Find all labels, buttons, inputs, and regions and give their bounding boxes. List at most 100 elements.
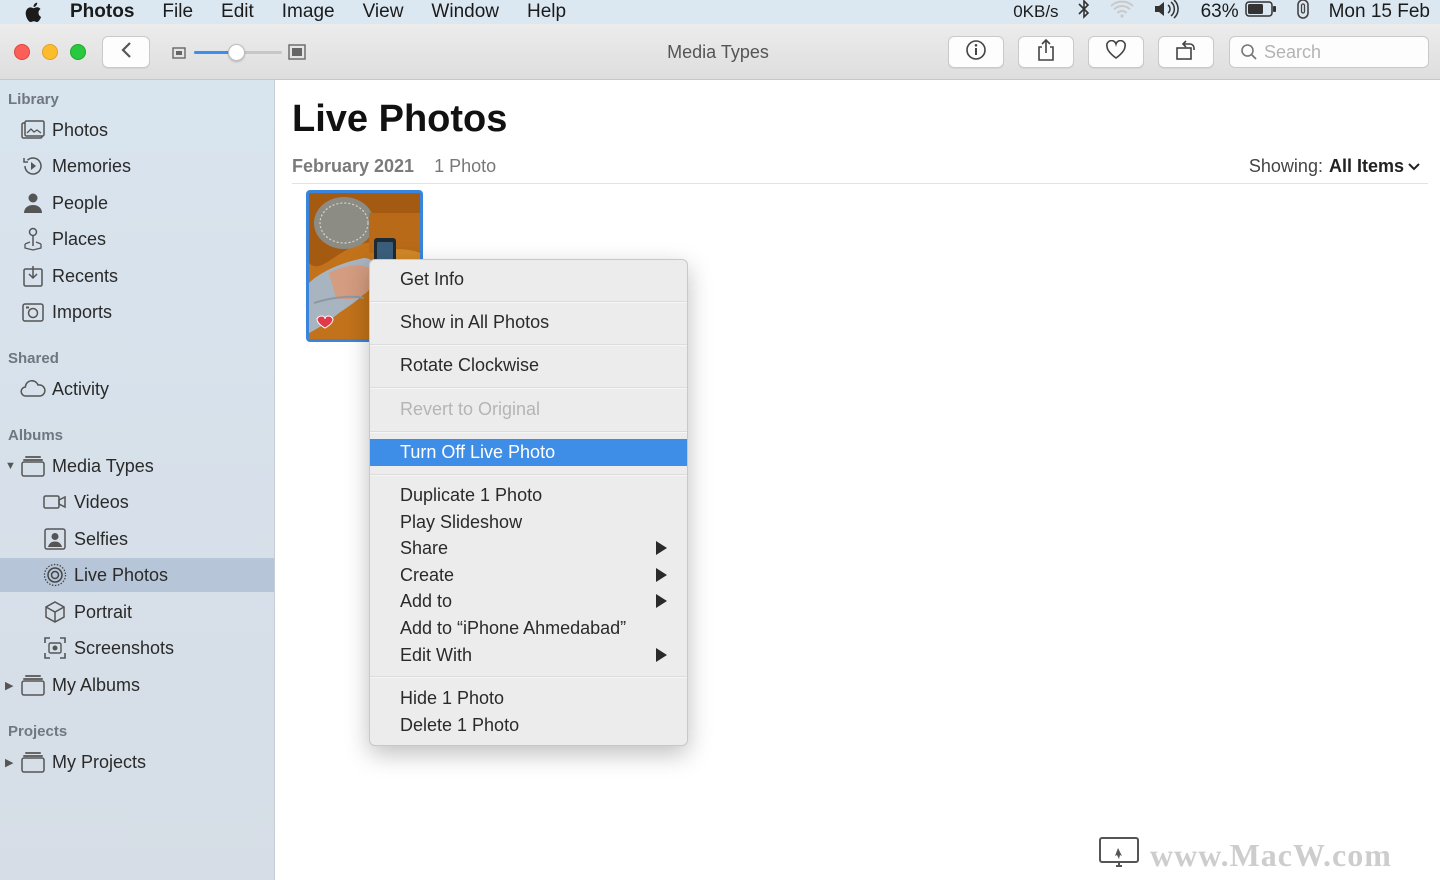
sidebar-item-videos[interactable]: Videos xyxy=(0,485,274,519)
sidebar-item-selfies[interactable]: Selfies xyxy=(0,522,274,556)
zoom-window-button[interactable] xyxy=(70,44,86,60)
menu-separator xyxy=(370,344,687,346)
sidebar-item-label: People xyxy=(52,192,109,213)
watermark-text: www.MacW.com xyxy=(1150,837,1392,873)
info-button[interactable] xyxy=(948,36,1004,68)
sidebar-item-label: Activity xyxy=(52,378,110,399)
sidebar-item-people[interactable]: People xyxy=(0,186,274,220)
menu-app-photos[interactable]: Photos xyxy=(70,1,134,23)
minimize-window-button[interactable] xyxy=(42,44,58,60)
menu-item-edit-with[interactable]: Edit With xyxy=(370,642,687,669)
menu-item-revert-to-original: Revert to Original xyxy=(400,399,541,419)
photo-count: 1 Photo xyxy=(434,156,497,176)
menu-item-add-to-album[interactable]: Add to “iPhone Ahmedabad” xyxy=(370,615,687,642)
album-stack-icon xyxy=(20,673,46,697)
search-icon xyxy=(1240,43,1258,61)
menu-item-play-slideshow[interactable]: Play Slideshow xyxy=(370,509,687,536)
menu-image[interactable]: Image xyxy=(282,1,335,23)
section-header-shared: Shared xyxy=(8,350,59,367)
header-divider xyxy=(292,183,1428,184)
submenu-arrow-icon xyxy=(656,594,667,608)
memories-icon xyxy=(20,154,46,178)
menu-item-label: Edit With xyxy=(400,645,473,665)
menu-item-add-to[interactable]: Add to xyxy=(370,588,687,615)
network-speed[interactable]: 0KB/s xyxy=(1013,2,1058,22)
menubar-clock[interactable]: Mon 15 Feb xyxy=(1329,1,1430,23)
zoom-slider-knob[interactable] xyxy=(228,44,245,61)
sidebar-item-label: Photos xyxy=(52,119,109,140)
sidebar-item-live-photos[interactable]: Live Photos xyxy=(0,558,274,592)
wifi-icon[interactable] xyxy=(1109,0,1135,24)
chevron-down-icon xyxy=(1408,162,1420,172)
share-button[interactable] xyxy=(1018,36,1074,68)
menu-separator xyxy=(370,387,687,389)
back-button[interactable] xyxy=(102,36,150,68)
menu-separator xyxy=(370,431,687,433)
menu-window[interactable]: Window xyxy=(431,1,499,23)
submenu-arrow-icon xyxy=(656,541,667,555)
search-input[interactable] xyxy=(1264,41,1424,63)
page-title: Live Photos xyxy=(292,98,508,140)
menu-item-get-info[interactable]: Get Info xyxy=(370,266,687,293)
sidebar-item-media-types[interactable]: Media Types xyxy=(0,449,274,483)
apple-menu-icon[interactable] xyxy=(24,1,46,23)
recents-icon xyxy=(20,264,46,288)
menu-item-show-in-all-photos[interactable]: Show in All Photos xyxy=(370,309,687,336)
selfie-icon xyxy=(42,527,68,551)
menu-item-delete-photo[interactable]: Delete 1 Photo xyxy=(370,712,687,739)
moment-header: February 2021 1 Photo xyxy=(292,156,496,177)
zoom-slider[interactable] xyxy=(170,40,310,64)
submenu-arrow-icon xyxy=(656,648,667,662)
showing-filter[interactable]: Showing: All Items xyxy=(1249,156,1420,177)
bluetooth-icon[interactable] xyxy=(1077,0,1091,25)
sidebar-item-memories[interactable]: Memories xyxy=(0,149,274,183)
section-header-albums: Albums xyxy=(8,427,64,444)
menu-item-create[interactable]: Create xyxy=(370,562,687,589)
cloud-icon xyxy=(20,377,46,401)
menu-edit[interactable]: Edit xyxy=(221,1,254,23)
sidebar: Library Photos Memories People Places Re… xyxy=(0,80,275,880)
album-stack-icon xyxy=(20,750,46,774)
sidebar-item-my-projects[interactable]: My Projects xyxy=(0,745,274,779)
share-icon xyxy=(1036,38,1056,67)
person-icon xyxy=(20,191,46,215)
sidebar-item-screenshots[interactable]: Screenshots xyxy=(0,631,274,665)
photos-icon xyxy=(20,118,46,142)
menu-item-turn-off-live-photo[interactable]: Turn Off Live Photo xyxy=(370,439,687,466)
cube-icon xyxy=(42,600,68,624)
sidebar-item-label: My Projects xyxy=(52,751,147,772)
menu-separator xyxy=(370,474,687,476)
chevron-left-icon xyxy=(120,41,132,64)
showing-value: All Items xyxy=(1328,156,1404,176)
large-photo-icon xyxy=(288,44,306,65)
menu-item-label: Create xyxy=(400,565,455,585)
submenu-arrow-icon xyxy=(656,568,667,582)
close-window-button[interactable] xyxy=(14,44,30,60)
sidebar-item-activity[interactable]: Activity xyxy=(0,372,274,406)
showing-label: Showing: xyxy=(1248,156,1323,176)
sidebar-item-my-albums[interactable]: My Albums xyxy=(0,668,274,702)
sidebar-item-portrait[interactable]: Portrait xyxy=(0,595,274,629)
menu-item-share[interactable]: Share xyxy=(370,535,687,562)
favorite-button[interactable] xyxy=(1088,36,1144,68)
rotate-button[interactable] xyxy=(1158,36,1214,68)
sidebar-item-imports[interactable]: Imports xyxy=(0,295,274,329)
small-photo-icon xyxy=(172,46,186,64)
menu-view[interactable]: View xyxy=(363,1,404,23)
battery-icon[interactable] xyxy=(1244,1,1277,23)
menu-item-duplicate-photo[interactable]: Duplicate 1 Photo xyxy=(370,482,687,509)
paperclip-icon[interactable] xyxy=(1295,0,1311,26)
volume-icon[interactable] xyxy=(1153,0,1183,25)
window-title: Media Types xyxy=(667,42,769,62)
menu-file[interactable]: File xyxy=(162,1,193,23)
menu-item-rotate-clockwise[interactable]: Rotate Clockwise xyxy=(370,352,687,379)
menu-item-hide-photo[interactable]: Hide 1 Photo xyxy=(370,685,687,712)
menu-help[interactable]: Help xyxy=(527,1,566,23)
search-field[interactable] xyxy=(1229,36,1429,68)
sidebar-item-photos[interactable]: Photos xyxy=(0,113,274,147)
rotate-icon xyxy=(1174,38,1198,67)
sidebar-item-label: Screenshots xyxy=(74,637,175,658)
sidebar-item-places[interactable]: Places xyxy=(0,222,274,256)
sidebar-item-recents[interactable]: Recents xyxy=(0,259,274,293)
battery-percent[interactable]: 63% xyxy=(1201,1,1239,23)
